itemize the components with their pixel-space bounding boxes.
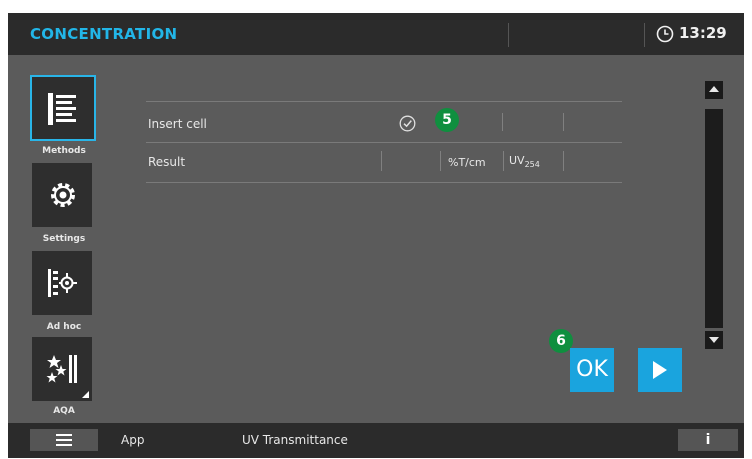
cell-divider (563, 151, 564, 171)
corner-indicator (82, 391, 89, 398)
aqa-button[interactable] (32, 337, 92, 401)
aqa-icon (46, 355, 77, 383)
annotation-badge-5: 5 (435, 108, 459, 132)
row-label-result: Result (148, 155, 186, 169)
methods-icon (48, 93, 76, 125)
cell-divider (440, 151, 441, 171)
clock-time: 13:29 (679, 24, 727, 42)
hamburger-menu-icon (56, 434, 72, 446)
sidebar-item-label: Settings (42, 234, 86, 244)
ok-button[interactable]: OK (570, 348, 614, 392)
sidebar-item-label: AQA (53, 406, 75, 416)
topbar-divider (508, 23, 509, 47)
cell-divider (381, 151, 382, 171)
cell-divider (502, 113, 503, 131)
adhoc-button[interactable] (32, 251, 92, 315)
result-wavelength: UV254 (509, 154, 540, 170)
page-title: CONCENTRATION (30, 25, 178, 43)
topbar-divider (644, 23, 645, 47)
row-divider (146, 182, 622, 183)
menu-button[interactable] (30, 429, 98, 451)
scrollbar-track[interactable] (705, 109, 723, 328)
play-button[interactable] (638, 348, 682, 392)
method-name: UV Transmittance (242, 433, 348, 447)
arrow-down-icon (709, 337, 719, 343)
scroll-up-button[interactable] (705, 81, 723, 99)
methods-button[interactable] (30, 75, 96, 141)
clock-icon (656, 25, 674, 43)
cell-divider (563, 113, 564, 131)
check-circle-icon (399, 115, 416, 132)
scroll-down-button[interactable] (705, 331, 723, 349)
bottom-bar: App UV Transmittance i (8, 423, 744, 458)
info-button[interactable]: i (678, 429, 738, 451)
settings-button[interactable] (32, 163, 92, 227)
sidebar-item-label: Methods (42, 146, 86, 156)
adhoc-icon (48, 269, 77, 297)
top-bar: CONCENTRATION 13:29 (8, 13, 744, 55)
cell-divider (503, 151, 504, 171)
row-label-insert-cell: Insert cell (148, 117, 207, 131)
play-icon (653, 361, 667, 379)
arrow-up-icon (709, 86, 719, 92)
instrument-screen: CONCENTRATION 13:29 Methods Settings Ad … (8, 13, 744, 458)
sidebar-item-label: Ad hoc (46, 322, 82, 332)
clock: 13:29 (656, 23, 736, 45)
row-divider (146, 142, 622, 143)
gear-icon (51, 183, 75, 207)
app-label: App (121, 433, 145, 447)
row-divider (146, 101, 622, 102)
result-unit: %T/cm (448, 156, 486, 169)
